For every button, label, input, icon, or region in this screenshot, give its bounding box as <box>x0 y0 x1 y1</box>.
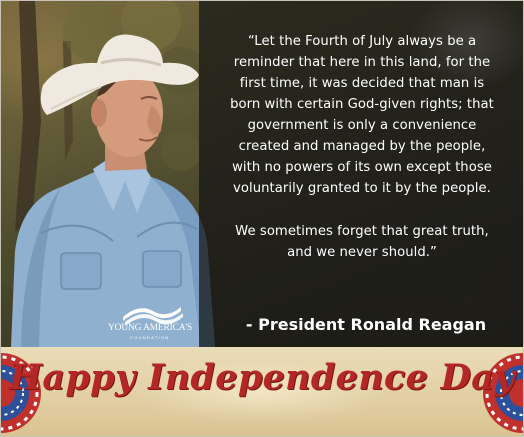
poster: “Let the Fourth of July always be a remi… <box>0 0 524 437</box>
quote-line: “Let the Fourth of July always be a <box>247 34 477 49</box>
quote-attribution: - President Ronald Reagan <box>245 315 487 334</box>
quote-closing-line: and we never should.” <box>287 245 437 260</box>
quote-text: “Let the Fourth of July always be a remi… <box>206 31 518 263</box>
logo-name: YOUNG AMERICA'S <box>108 323 192 333</box>
quote-line: created and managed by the people, <box>238 139 486 154</box>
quote-line: born with certain God-given rights; that <box>230 97 494 112</box>
quote-line: voluntarily granted to it by the people. <box>233 181 491 196</box>
quote-closing-line: We sometimes forget that great truth, <box>235 224 489 239</box>
quote-line: reminder that here in this land, for the <box>233 55 491 70</box>
banner-title: Happy Independence Day <box>9 357 515 398</box>
quote-line: first time, it was decided that man is <box>239 76 485 91</box>
quote-line: with no powers of its own except those <box>232 160 492 175</box>
quote-line: government is only a convenience <box>247 118 477 133</box>
logo-subtitle: FOUNDATION <box>130 335 170 340</box>
